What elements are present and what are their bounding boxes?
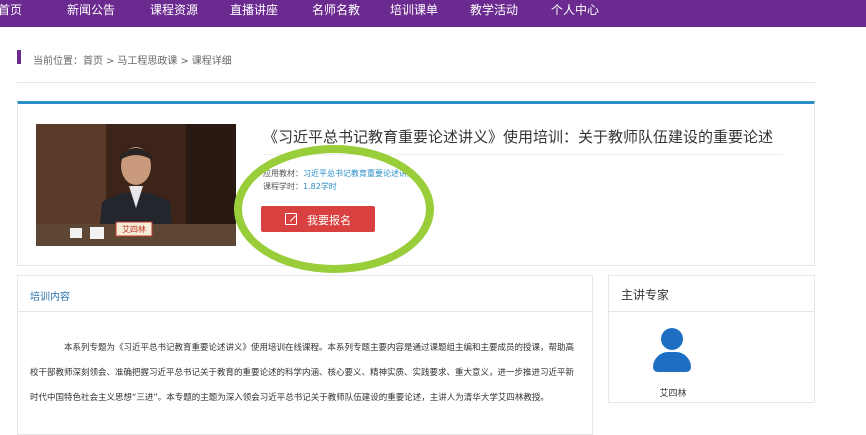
edit-icon (285, 213, 297, 225)
enroll-button[interactable]: 我要报名 (261, 206, 375, 232)
training-content-body: 本系列专题为《习近平总书记教育重要论述讲义》使用培训在线课程。本系列专题主要内容… (18, 312, 592, 411)
expert-name[interactable]: 艾四林 (609, 386, 737, 399)
course-card: 艾四林 《习近平总书记教育重要论述讲义》使用培训：关于教师队伍建设的重要论述 应… (17, 101, 815, 266)
breadcrumb-prefix: 当前位置： (33, 56, 83, 67)
nav-item-course-resources[interactable]: 课程资源 (150, 0, 198, 27)
breadcrumb: 当前位置：首页 > 马工程思政课 > 课程详细 (33, 52, 232, 67)
breadcrumb-separator: > (106, 56, 115, 67)
nav-item-personal-center[interactable]: 个人中心 (551, 0, 599, 27)
applied-textbook-value[interactable]: 习近平总书记教育重要论述讲义 (303, 169, 415, 178)
applied-textbook: 应用教材：习近平总书记教育重要论述讲义 (263, 168, 415, 179)
nav-item-news[interactable]: 新闻公告 (67, 0, 115, 27)
breadcrumb-category[interactable]: 马工程思政课 (117, 56, 177, 67)
training-content-title: 培训内容 (18, 276, 592, 312)
expert-panel: 主讲专家 艾四林 (608, 275, 815, 403)
nav-item-teaching-activities[interactable]: 教学活动 (470, 0, 518, 27)
breadcrumb-separator: > (180, 56, 189, 67)
user-avatar-icon[interactable] (653, 328, 691, 382)
lecturer-name-plate: 艾四林 (122, 225, 146, 234)
header-divider (17, 82, 815, 83)
enroll-button-label: 我要报名 (307, 214, 351, 227)
breadcrumb-home[interactable]: 首页 (83, 56, 103, 67)
expert-panel-title: 主讲专家 (609, 276, 814, 312)
training-description: 本系列专题为《习近平总书记教育重要论述讲义》使用培训在线课程。本系列专题主要内容… (30, 343, 575, 403)
top-nav: 首页 新闻公告 课程资源 直播讲座 名师名教 培训课单 教学活动 个人中心 (0, 0, 866, 27)
nav-item-famous-teachers[interactable]: 名师名教 (312, 0, 360, 27)
breadcrumb-marker (17, 50, 21, 64)
course-hours-value: 1.82学时 (303, 182, 337, 191)
nav-item-live-lectures[interactable]: 直播讲座 (230, 0, 278, 27)
course-hours-label: 课程学时： (263, 182, 303, 191)
course-hours: 课程学时：1.82学时 (263, 181, 337, 192)
nav-item-home[interactable]: 首页 (0, 0, 22, 27)
course-title: 《习近平总书记教育重要论述讲义》使用培训：关于教师队伍建设的重要论述 (263, 128, 774, 146)
applied-textbook-label: 应用教材： (263, 169, 303, 178)
breadcrumb-current: 课程详细 (191, 56, 232, 67)
nav-item-training-list[interactable]: 培训课单 (390, 0, 438, 27)
title-divider (263, 154, 783, 155)
course-video-thumbnail[interactable]: 艾四林 (36, 124, 236, 246)
training-content-panel: 培训内容 本系列专题为《习近平总书记教育重要论述讲义》使用培训在线课程。本系列专… (17, 275, 593, 435)
